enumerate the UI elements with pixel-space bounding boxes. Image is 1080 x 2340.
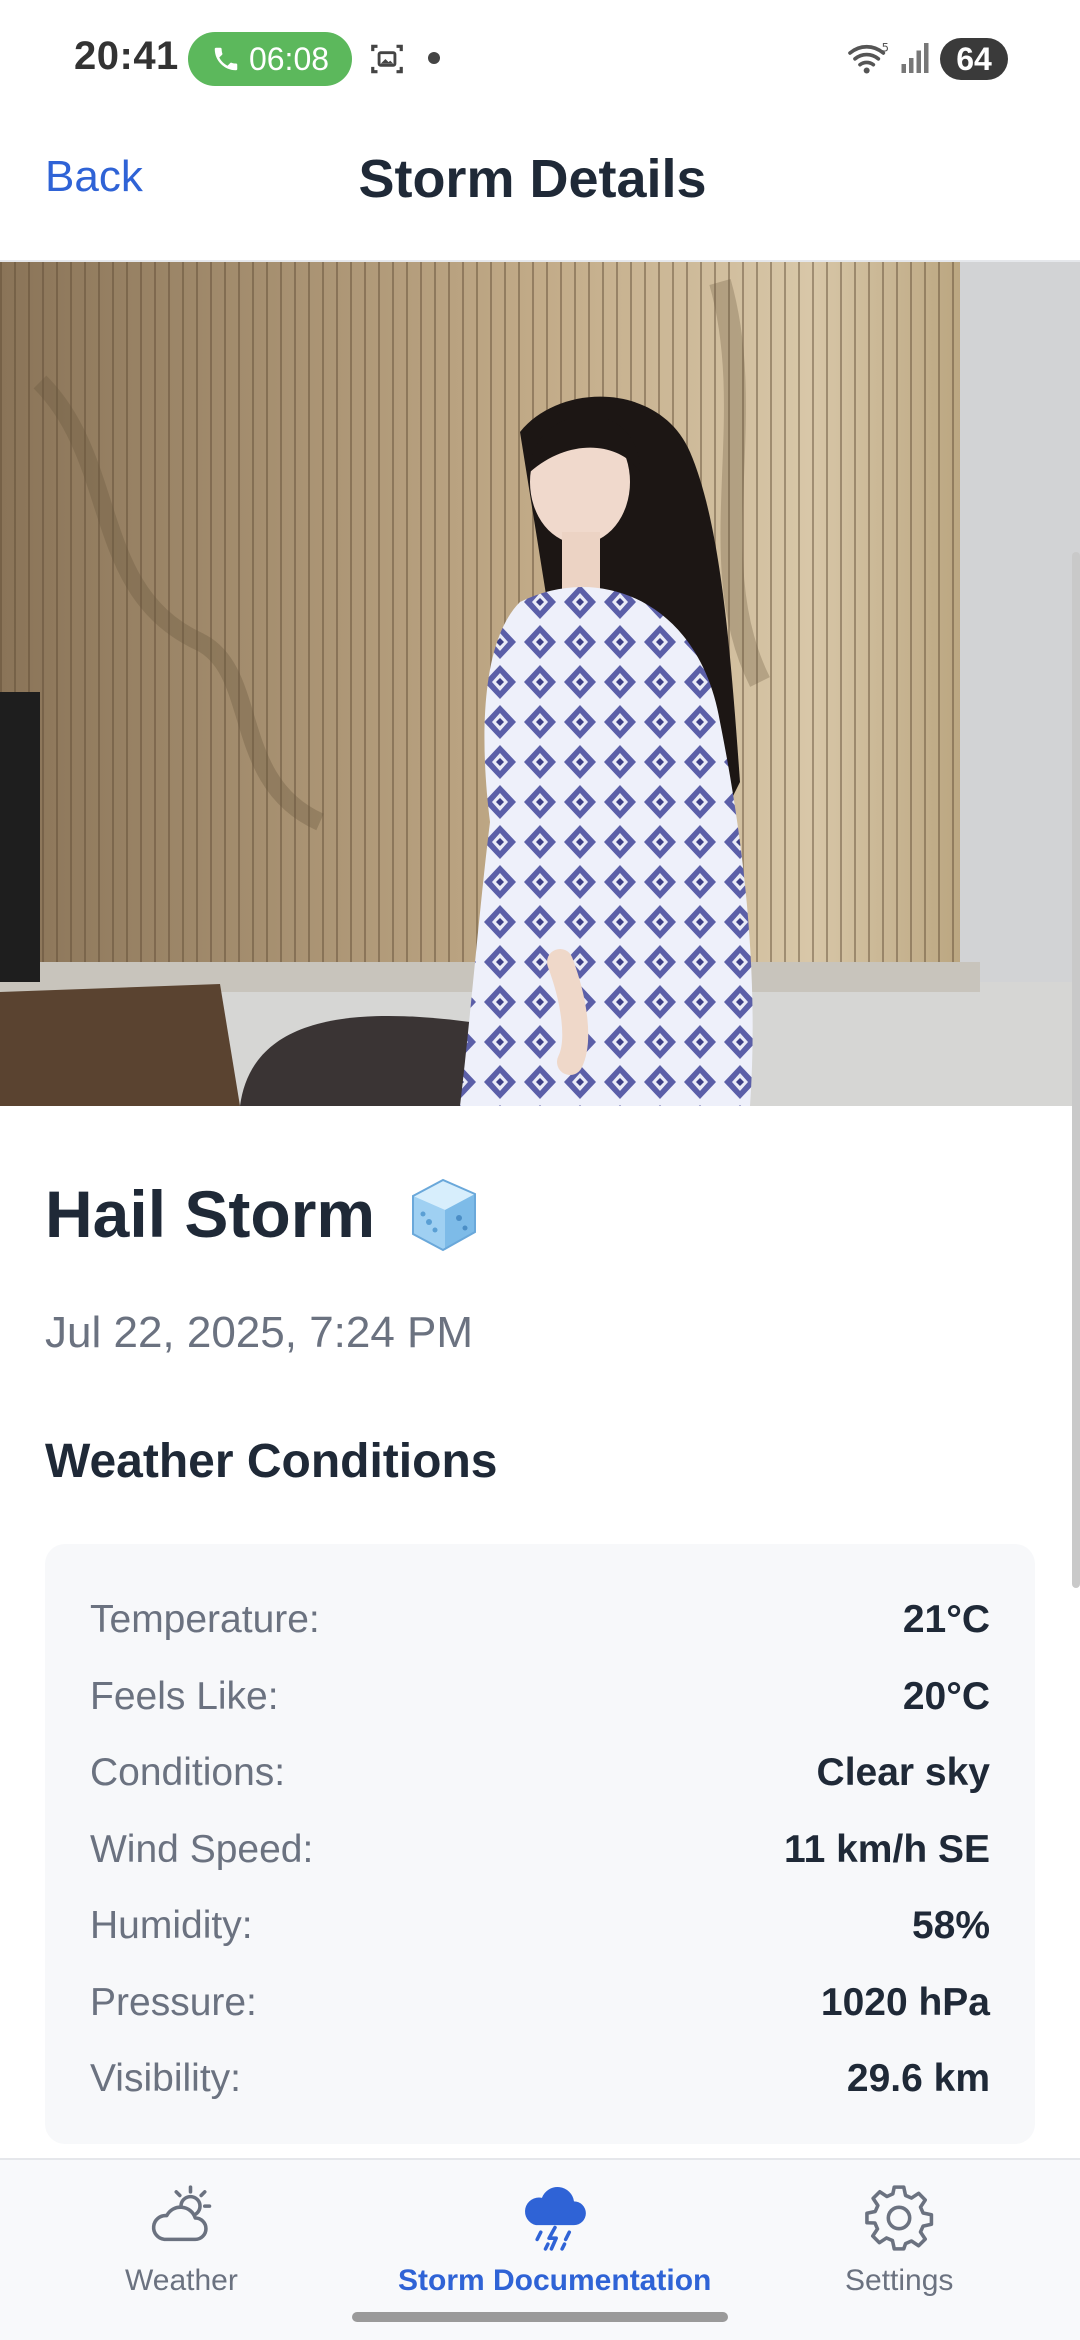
- ongoing-call-pill[interactable]: 06:08: [188, 32, 352, 86]
- nav-label: Storm Documentation: [398, 2264, 712, 2297]
- condition-label: Visibility:: [90, 2057, 241, 2100]
- condition-value: Clear sky: [816, 1751, 990, 1794]
- condition-row-visibility: Visibility: 29.6 km: [90, 2049, 990, 2109]
- home-indicator[interactable]: [352, 2312, 728, 2322]
- storm-date: Jul 22, 2025, 7:24 PM: [45, 1308, 474, 1357]
- condition-label: Conditions:: [90, 1751, 286, 1794]
- call-timer: 06:08: [248, 40, 330, 77]
- condition-value: 11 km/h SE: [784, 1828, 990, 1871]
- nav-label: Settings: [845, 2264, 954, 2297]
- partly-cloudy-icon: [152, 2185, 212, 2242]
- condition-value: 29.6 km: [846, 2057, 990, 2100]
- condition-value: 58%: [911, 1904, 990, 1947]
- condition-row-temperature: Temperature: 21°C: [90, 1590, 990, 1650]
- status-time: 20:41: [74, 34, 179, 78]
- app-header: Back Storm Details: [0, 118, 1080, 262]
- condition-label: Feels Like:: [90, 1675, 279, 1718]
- condition-row-humidity: Humidity: 58%: [90, 1896, 990, 1956]
- page-title: Storm Details: [358, 149, 707, 209]
- wifi-icon: 5: [848, 40, 889, 74]
- weather-conditions-heading: Weather Conditions: [45, 1435, 498, 1488]
- condition-row-conditions: Conditions: Clear sky: [90, 1743, 990, 1803]
- storm-cloud-icon: [524, 2186, 586, 2251]
- nav-settings[interactable]: Settings: [845, 2180, 953, 2298]
- gear-icon: [865, 2185, 934, 2251]
- ice-cube-icon: [412, 1178, 477, 1252]
- status-bar: 20:41 06:08 5 64: [0, 0, 1080, 118]
- nav-weather[interactable]: Weather: [125, 2180, 238, 2298]
- condition-row-feels-like: Feels Like: 20°C: [90, 1667, 990, 1727]
- scrollbar[interactable]: [1072, 552, 1080, 1588]
- storm-details-content[interactable]: Hail Storm Jul 22, 2025, 7:24 PM Weather…: [0, 262, 1080, 2158]
- phone-icon: [214, 47, 238, 71]
- svg-text:5: 5: [882, 40, 889, 54]
- signal-icon: [901, 43, 929, 73]
- storm-photo[interactable]: [0, 262, 1080, 1106]
- condition-value: 20°C: [902, 1675, 990, 1718]
- condition-label: Wind Speed:: [90, 1828, 314, 1871]
- condition-value: 21°C: [902, 1598, 990, 1641]
- condition-label: Humidity:: [90, 1904, 253, 1947]
- battery-indicator: 64: [940, 38, 1008, 80]
- condition-row-pressure: Pressure: 1020 hPa: [90, 1973, 990, 2033]
- weather-conditions-card: Temperature: 21°C Feels Like: 20°C Condi…: [45, 1544, 1035, 2144]
- storm-name: Hail Storm: [45, 1177, 376, 1251]
- condition-value: 1020 hPa: [820, 1981, 990, 2024]
- screenshot-icon: [371, 44, 403, 74]
- condition-row-wind-speed: Wind Speed: 11 km/h SE: [90, 1820, 990, 1880]
- notification-dot-icon: [428, 52, 440, 64]
- nav-storm-documentation[interactable]: Storm Documentation: [398, 2180, 711, 2298]
- condition-label: Pressure:: [90, 1981, 257, 2024]
- condition-label: Temperature:: [90, 1598, 320, 1641]
- nav-label: Weather: [125, 2264, 238, 2297]
- storm-title: Hail Storm: [45, 1170, 487, 1258]
